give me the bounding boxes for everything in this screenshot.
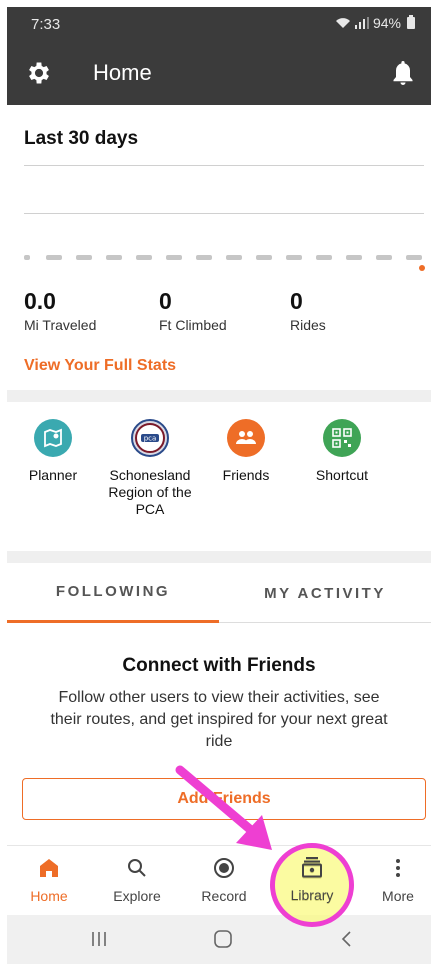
nav-label: Library — [290, 887, 334, 903]
shortcut-label: Planner — [28, 467, 78, 483]
back-icon[interactable] — [337, 929, 357, 949]
nav-more[interactable]: More — [363, 856, 431, 904]
shortcut-friends[interactable]: Friends — [211, 419, 281, 484]
notifications-bell-icon[interactable] — [391, 59, 415, 87]
svg-text:pca: pca — [144, 435, 157, 443]
shortcut-shortcut[interactable]: Shortcut — [307, 419, 377, 484]
connect-title: Connect with Friends — [122, 655, 316, 676]
search-icon — [128, 859, 146, 877]
status-icons: 94% — [335, 15, 415, 31]
chart-current-day-dot — [419, 265, 425, 271]
stat-label: Ft Climbed — [159, 317, 227, 333]
recent-apps-icon[interactable] — [89, 929, 109, 949]
wifi-icon — [335, 18, 350, 28]
shortcuts-row: Planner pca Schonesland Region of the PC… — [7, 402, 431, 551]
stats-section-title: Last 30 days — [24, 128, 139, 149]
nav-record[interactable]: Record — [189, 856, 259, 904]
nav-label: Record — [201, 888, 247, 904]
stat-distance: 0.0 Mi Traveled — [24, 288, 96, 333]
stat-value: 0 — [290, 288, 303, 314]
shortcut-label: Friends — [222, 467, 270, 483]
shortcut-club-region[interactable]: pca Schonesland Region of the PCA — [97, 419, 203, 518]
battery-icon — [407, 15, 415, 29]
shortcut-label: Schonesland Region of the PCA — [108, 467, 192, 517]
nav-explore[interactable]: Explore — [102, 856, 172, 904]
activity-tabs: FOLLOWING MY ACTIVITY — [7, 563, 431, 623]
shortcut-planner[interactable]: Planner — [20, 419, 86, 484]
stat-elevation: 0 Ft Climbed — [159, 288, 227, 333]
more-vertical-icon — [396, 859, 400, 877]
nav-label: More — [382, 888, 414, 904]
home-icon — [40, 859, 58, 877]
people-icon — [227, 419, 265, 457]
qr-code-icon — [323, 419, 361, 457]
divider — [7, 390, 431, 402]
tab-my-activity[interactable]: MY ACTIVITY — [219, 563, 431, 623]
map-pin-icon — [34, 419, 72, 457]
stats-card: Last 30 days 0.0 Mi Traveled 0 Ft Climbe… — [7, 105, 431, 390]
stat-value: 0 — [159, 288, 172, 314]
chart-gridline — [24, 165, 424, 166]
app-bar: Home — [7, 41, 431, 105]
nav-label: Home — [30, 888, 68, 904]
stat-rides: 0 Rides — [290, 288, 326, 333]
stat-label: Rides — [290, 317, 326, 333]
chart-gridline — [24, 213, 424, 214]
tab-following[interactable]: FOLLOWING — [7, 563, 219, 623]
shortcut-label: Shortcut — [315, 467, 369, 483]
phone-screen: 7:33 94% Home Last 30 days 0.0 Mi Travel… — [7, 7, 431, 964]
record-icon — [214, 858, 234, 878]
add-friends-button[interactable]: Add Friends — [22, 778, 426, 820]
library-icon — [302, 857, 322, 878]
divider — [7, 551, 431, 563]
system-navigation-bar — [7, 915, 431, 964]
stat-label: Mi Traveled — [24, 317, 97, 333]
view-full-stats-link[interactable]: View Your Full Stats — [24, 357, 176, 375]
bottom-navigation: Home Explore Record Library More — [7, 845, 431, 915]
settings-gear-icon[interactable] — [25, 59, 53, 87]
status-bar: 7:33 94% — [7, 7, 431, 41]
nav-library-overlay[interactable]: Library — [277, 855, 347, 903]
battery-percent: 94% — [372, 15, 401, 31]
status-time: 7:33 — [31, 16, 61, 33]
nav-label: Explore — [113, 888, 161, 904]
stat-value: 0.0 — [24, 288, 56, 314]
nav-home[interactable]: Home — [14, 856, 84, 904]
page-title: Home — [93, 60, 152, 85]
home-button-icon[interactable] — [213, 929, 233, 949]
chart-baseline — [24, 255, 424, 260]
signal-icon — [354, 17, 369, 29]
club-logo: pca — [131, 419, 169, 457]
connect-description: Follow other users to view their activit… — [50, 689, 388, 750]
